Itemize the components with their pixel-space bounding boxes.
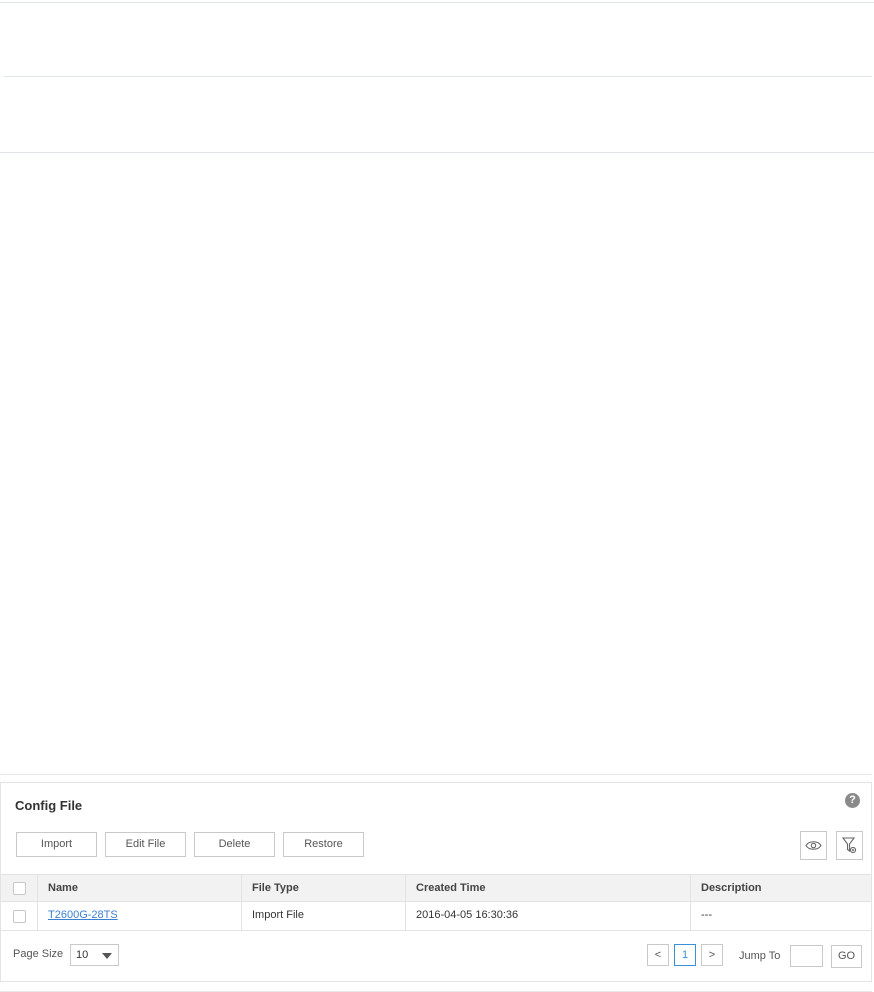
prev-page-button[interactable]: < bbox=[647, 944, 669, 966]
next-page-button[interactable]: > bbox=[701, 944, 723, 966]
description-cell: --- bbox=[701, 909, 712, 921]
help-icon[interactable]: ? bbox=[845, 793, 860, 808]
panel-title: Config File bbox=[15, 798, 83, 813]
delete-button[interactable]: Delete bbox=[194, 832, 275, 857]
column-divider bbox=[690, 902, 691, 930]
created-time-cell: 2016-04-05 16:30:36 bbox=[416, 909, 519, 921]
column-divider bbox=[690, 875, 691, 901]
edit-file-button[interactable]: Edit File bbox=[105, 832, 186, 857]
filter-button[interactable] bbox=[836, 831, 863, 860]
row-checkbox[interactable] bbox=[13, 910, 26, 923]
select-all-checkbox[interactable] bbox=[13, 882, 26, 895]
column-divider bbox=[405, 875, 406, 901]
table-row: T2600G-28TS Import File 2016-04-05 16:30… bbox=[1, 902, 871, 931]
import-button[interactable]: Import bbox=[16, 832, 97, 857]
name-cell: T2600G-28TS bbox=[48, 902, 118, 930]
column-header-name[interactable]: Name bbox=[48, 875, 78, 901]
config-file-link[interactable]: T2600G-28TS bbox=[48, 909, 118, 921]
column-divider bbox=[241, 875, 242, 901]
page-size-select[interactable]: 10 bbox=[70, 944, 119, 966]
go-button[interactable]: GO bbox=[831, 945, 862, 968]
page-size-value: 10 bbox=[76, 949, 89, 961]
column-view-button[interactable] bbox=[800, 831, 827, 860]
jump-to-label: Jump To bbox=[739, 950, 781, 962]
table-header: Name File Type Created Time Description bbox=[1, 874, 871, 902]
restore-button[interactable]: Restore bbox=[283, 832, 364, 857]
column-divider bbox=[405, 902, 406, 930]
chevron-down-icon bbox=[102, 953, 112, 959]
file-type-cell: Import File bbox=[252, 909, 304, 921]
filter-icon bbox=[842, 837, 857, 854]
column-divider bbox=[37, 875, 38, 901]
column-divider bbox=[37, 902, 38, 930]
column-header-file-type[interactable]: File Type bbox=[252, 875, 299, 901]
row-divider bbox=[0, 152, 874, 153]
eye-icon bbox=[805, 841, 822, 850]
top-divider bbox=[0, 2, 874, 3]
row-divider bbox=[4, 76, 872, 77]
column-header-description[interactable]: Description bbox=[701, 875, 762, 901]
page-1-button[interactable]: 1 bbox=[674, 944, 696, 966]
page-size-label: Page Size bbox=[13, 948, 64, 960]
column-header-created-time[interactable]: Created Time bbox=[416, 875, 486, 901]
jump-to-input[interactable] bbox=[790, 945, 823, 967]
column-divider bbox=[241, 902, 242, 930]
